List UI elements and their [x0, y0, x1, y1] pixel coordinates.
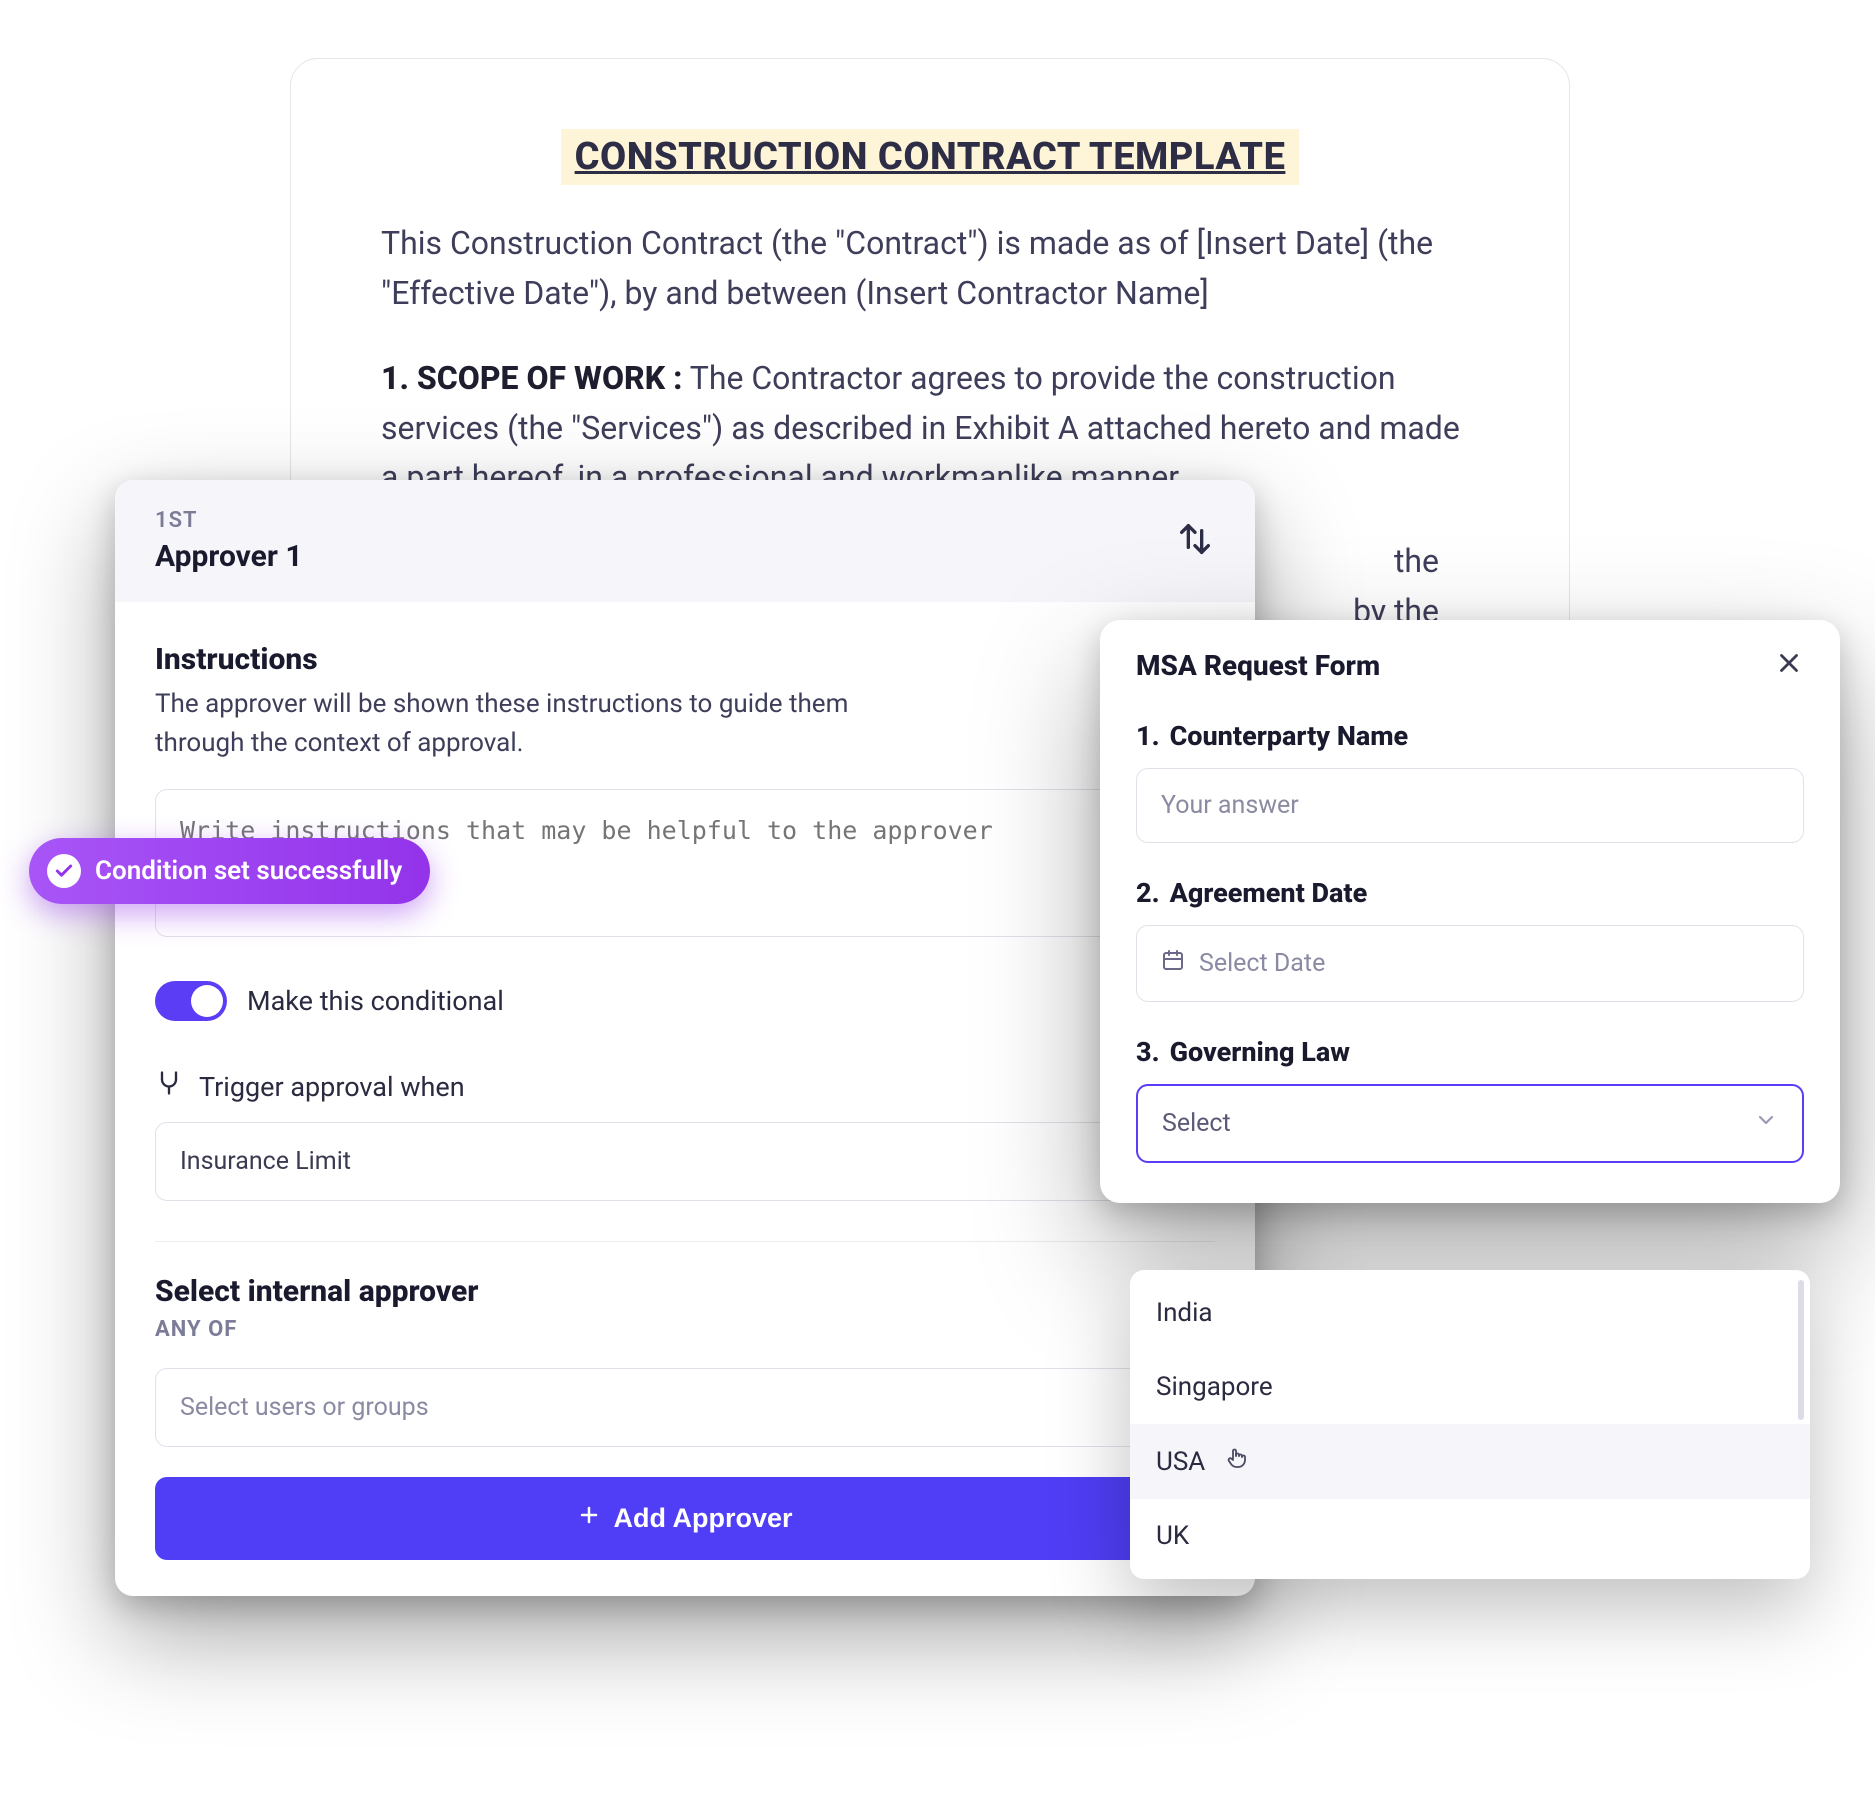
- check-circle-icon: [47, 854, 81, 888]
- dropdown-option-india[interactable]: India: [1130, 1276, 1810, 1350]
- approver-ordinal: 1ST: [155, 508, 303, 533]
- trigger-condition-select[interactable]: Insurance Limit: [155, 1122, 1215, 1201]
- approver-modal: 1ST Approver 1 Instructions The approver…: [115, 480, 1255, 1596]
- dropdown-option-singapore[interactable]: Singapore: [1130, 1350, 1810, 1424]
- governing-law-dropdown: India Singapore USA UK: [1130, 1270, 1810, 1579]
- document-title: CONSTRUCTION CONTRACT TEMPLATE: [561, 129, 1300, 185]
- success-message-text: Condition set successfully: [95, 856, 402, 886]
- msa-form-title: MSA Request Form: [1136, 649, 1380, 682]
- users-groups-select[interactable]: Select users or groups: [155, 1368, 1215, 1447]
- reorder-icon[interactable]: [1175, 519, 1215, 563]
- instructions-description: The approver will be shown these instruc…: [155, 685, 875, 763]
- chevron-down-icon: [1754, 1108, 1778, 1139]
- msa-request-form-panel: MSA Request Form 1. Counterparty Name Yo…: [1100, 620, 1840, 1203]
- close-icon[interactable]: [1774, 648, 1804, 682]
- section-1-heading: 1. SCOPE OF WORK :: [381, 359, 682, 397]
- dropdown-scrollbar[interactable]: [1798, 1280, 1804, 1420]
- internal-approver-title: Select internal approver: [155, 1274, 1215, 1309]
- counterparty-input[interactable]: Your answer: [1136, 768, 1804, 843]
- dropdown-option-usa[interactable]: USA: [1130, 1424, 1810, 1499]
- document-intro: This Construction Contract (the "Contrac…: [381, 219, 1479, 318]
- add-approver-button[interactable]: Add Approver: [155, 1477, 1215, 1560]
- approver-name: Approver 1: [155, 539, 303, 574]
- dropdown-option-uk[interactable]: UK: [1130, 1499, 1810, 1573]
- calendar-icon: [1161, 948, 1185, 979]
- counterparty-label: 1. Counterparty Name: [1136, 720, 1804, 752]
- governing-law-select[interactable]: Select: [1136, 1084, 1804, 1163]
- agreement-date-label: 2. Agreement Date: [1136, 877, 1804, 909]
- branch-icon: [155, 1069, 183, 1104]
- instructions-title: Instructions: [155, 642, 1215, 677]
- conditional-toggle[interactable]: [155, 981, 227, 1021]
- pointer-cursor-icon: [1225, 1446, 1249, 1477]
- governing-law-label: 3. Governing Law: [1136, 1036, 1804, 1068]
- condition-success-toast: Condition set successfully: [29, 838, 430, 904]
- anyof-label: ANY OF: [155, 1317, 1215, 1342]
- section-divider: [155, 1241, 1215, 1242]
- trigger-label: Trigger approval when: [199, 1071, 465, 1103]
- agreement-date-input[interactable]: Select Date: [1136, 925, 1804, 1002]
- plus-icon: [577, 1503, 601, 1534]
- conditional-toggle-label: Make this conditional: [247, 985, 504, 1017]
- approver-header: 1ST Approver 1: [115, 480, 1255, 602]
